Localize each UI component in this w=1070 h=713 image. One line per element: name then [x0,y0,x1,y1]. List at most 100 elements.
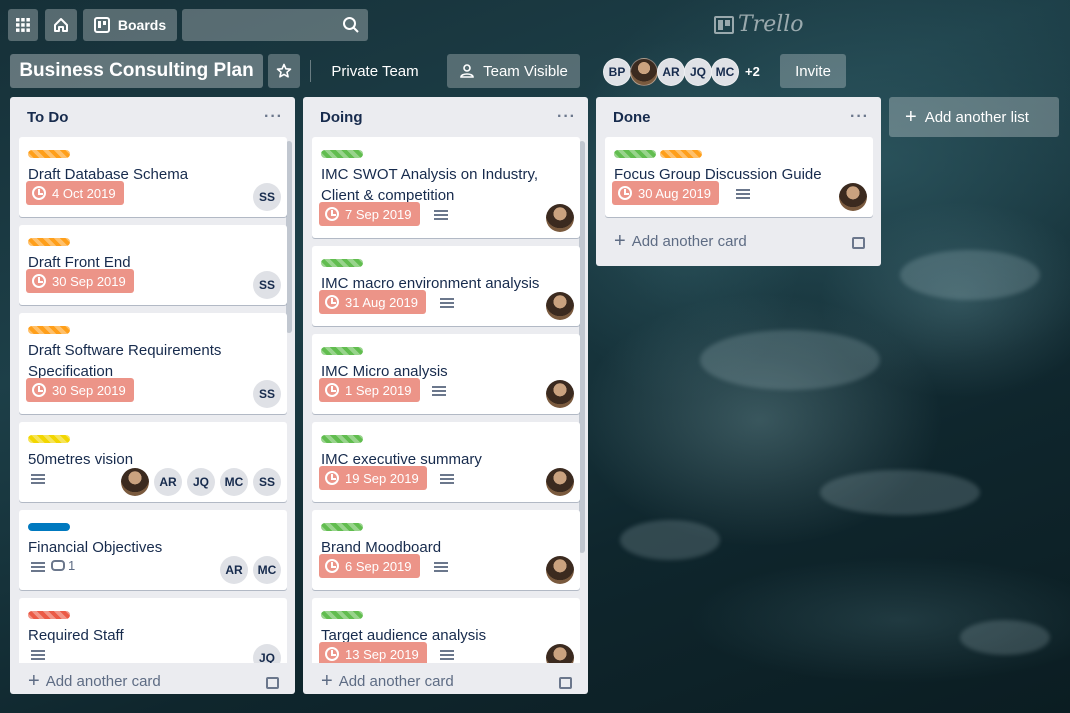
member-avatar[interactable]: AR [657,58,685,86]
card[interactable]: Brand Moodboard 6 Sep 2019 [312,510,580,590]
star-board-button[interactable] [268,54,300,88]
trello-logo[interactable]: Trello [714,12,804,37]
description-icon [434,562,448,572]
visibility-button[interactable]: Team Visible [447,54,580,88]
card-member-avatar[interactable]: JQ [187,468,215,496]
card-template-icon[interactable] [266,677,279,689]
card[interactable]: Focus Group Discussion Guide 30 Aug 2019 [605,137,873,217]
card-member-avatar-photo[interactable] [121,468,149,496]
add-card-button[interactable]: + Add another card [614,231,747,251]
due-date-badge[interactable]: 6 Sep 2019 [319,554,420,578]
member-avatar[interactable]: MC [711,58,739,86]
team-button[interactable]: Private Team [320,54,430,88]
due-date-badge[interactable]: 4 Oct 2019 [26,181,124,205]
list-menu-icon[interactable]: ··· [557,108,576,126]
card[interactable]: IMC executive summary 19 Sep 2019 [312,422,580,502]
add-list-button[interactable]: + Add another list [889,97,1059,137]
list-title[interactable]: To Do [27,109,68,126]
member-avatar-photo[interactable] [630,58,658,86]
card-member-avatar-photo[interactable] [546,644,574,663]
card[interactable]: IMC Micro analysis 1 Sep 2019 [312,334,580,414]
trello-logo-icon [714,15,734,34]
card-member-avatar-photo[interactable] [546,556,574,584]
list-title[interactable]: Doing [320,109,363,126]
card-label [321,611,363,619]
card-label [321,523,363,531]
list-menu-icon[interactable]: ··· [850,108,869,126]
card-list: IMC SWOT Analysis on Industry, Client & … [303,137,588,663]
board-title[interactable]: Business Consulting Plan [10,54,263,88]
apps-menu-button[interactable] [8,9,38,41]
member-avatar[interactable]: BP [603,58,631,86]
list-title[interactable]: Done [613,109,651,126]
add-card-label: Add another card [338,672,454,690]
card[interactable]: IMC SWOT Analysis on Industry, Client & … [312,137,580,238]
due-date-badge[interactable]: 30 Sep 2019 [26,378,134,402]
card-member-avatar[interactable]: MC [253,556,281,584]
card-template-icon[interactable] [559,677,572,689]
due-date-badge[interactable]: 13 Sep 2019 [319,642,427,663]
card-label [614,150,656,158]
top-navigation-bar: Boards Trello [8,6,1062,44]
card[interactable]: 50metres vision AR JQ MC SS [19,422,287,502]
trello-logo-text: Trello [738,12,804,37]
card-template-icon[interactable] [852,237,865,249]
card-label [28,150,70,158]
card-member-avatar[interactable]: SS [253,183,281,211]
member-avatar[interactable]: JQ [684,58,712,86]
due-date-badge[interactable]: 31 Aug 2019 [319,290,427,314]
card[interactable]: Target audience analysis 13 Sep 2019 [312,598,580,663]
card-member-avatar[interactable]: JQ [253,644,281,663]
due-date-badge[interactable]: 30 Aug 2019 [612,181,720,205]
comment-count-value: 1 [68,558,76,573]
comment-count: 1 [51,558,75,573]
card[interactable]: Draft Software Requirements Specificatio… [19,313,287,414]
add-card-button[interactable]: + Add another card [321,671,454,691]
description-icon [736,189,750,199]
due-date-badge[interactable]: 1 Sep 2019 [319,378,420,402]
due-date: 30 Aug 2019 [638,185,712,201]
clock-icon [325,471,339,485]
card-label [28,611,70,619]
card[interactable]: Required Staff JQ [19,598,287,663]
card[interactable]: Financial Objectives 1 AR MC [19,510,287,590]
more-members-count[interactable]: +2 [745,58,760,86]
add-card-label: Add another card [45,672,161,690]
due-date-badge[interactable]: 19 Sep 2019 [319,466,427,490]
card-member-avatar[interactable]: MC [220,468,248,496]
list-header: Done ··· [596,97,881,137]
list-menu-icon[interactable]: ··· [264,108,283,126]
board-icon [93,17,110,33]
card[interactable]: Draft Front End 30 Sep 2019 SS [19,225,287,305]
card-member-avatar-photo[interactable] [839,183,867,211]
add-card-button[interactable]: + Add another card [28,670,161,692]
due-date-badge[interactable]: 30 Sep 2019 [26,269,134,293]
card-label [321,259,363,267]
card-label [321,347,363,355]
clock-icon [32,274,46,288]
card-member-avatar[interactable]: SS [253,271,281,299]
home-button[interactable] [45,9,77,41]
card[interactable]: Draft Database Schema 4 Oct 2019 SS [19,137,287,217]
card-list: Draft Database Schema 4 Oct 2019 SS Draf… [10,137,295,663]
search-input[interactable] [182,9,368,41]
card-member-avatar[interactable]: AR [154,468,182,496]
card-title: 50metres vision [28,451,134,468]
card-member-avatar-photo[interactable] [546,204,574,232]
add-card-label: Add another card [631,232,747,250]
card-title: IMC SWOT Analysis on Industry, Client & … [321,166,539,204]
add-list-label: Add another list [924,108,1029,126]
card-member-avatar-photo[interactable] [546,292,574,320]
due-date-badge[interactable]: 7 Sep 2019 [319,202,420,226]
card-member-avatar[interactable]: SS [253,468,281,496]
card-member-avatar-photo[interactable] [546,468,574,496]
due-date: 4 Oct 2019 [52,185,116,201]
invite-button[interactable]: Invite [780,54,846,88]
boards-button[interactable]: Boards [83,9,177,41]
due-date: 7 Sep 2019 [345,206,412,222]
plus-icon: + [28,670,40,692]
card-member-avatar[interactable]: SS [253,380,281,408]
card[interactable]: IMC macro environment analysis 31 Aug 20… [312,246,580,326]
card-member-avatar[interactable]: AR [220,556,248,584]
card-member-avatar-photo[interactable] [546,380,574,408]
